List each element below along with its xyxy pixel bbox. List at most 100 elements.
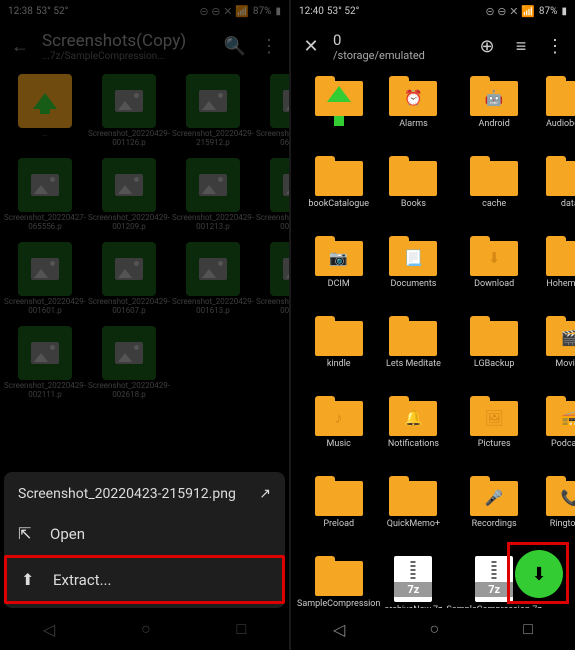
folder-item[interactable]: Audiobooks (546, 76, 575, 152)
list-icon[interactable]: ≡ (509, 36, 533, 57)
folder-item[interactable]: 🎬Movies (546, 316, 575, 392)
folder-label: QuickMemo+ (384, 519, 442, 529)
folder-item[interactable]: ♪Music (297, 396, 380, 472)
left-panel: 12:38 53° 52° ⊝ ⊖ ✕ 📶 87% ▮ ← Screenshot… (0, 0, 289, 650)
file-item[interactable]: Screenshot_20220427-065556.p (4, 158, 86, 240)
file-item[interactable]: Screenshot_20220429-001126.p (88, 74, 170, 156)
file-item[interactable]: Screenshot_20220429-001601.p (4, 242, 86, 324)
folder-icon: 🤖 (470, 76, 518, 116)
search-icon[interactable]: 🔍 (223, 36, 247, 57)
nav-recent-icon[interactable]: □ (236, 619, 246, 639)
nav-bar: ◁ ○ □ (0, 608, 289, 650)
nav-back-icon[interactable]: ◁ (333, 620, 345, 639)
extract-fab[interactable]: ⬇ (515, 550, 563, 598)
extract-icon: ⬆ (21, 570, 39, 589)
folder-icon: ⏰ (389, 76, 437, 116)
folder-item[interactable]: 🔔Notifications (384, 396, 442, 472)
folder-item[interactable]: 📷DCIM (297, 236, 380, 312)
folder-icon (315, 476, 363, 516)
status-battery: 87% (253, 6, 272, 17)
download-icon: ⬇ (531, 564, 546, 585)
folder-item[interactable]: kindle (297, 316, 380, 392)
folder-item[interactable]: 🎤Recordings (447, 476, 542, 552)
folder-item[interactable]: LGBackup (447, 316, 542, 392)
image-thumb-icon (18, 242, 72, 296)
file-item[interactable]: .. (4, 74, 86, 156)
subtitle-text: ...7z/SampleCompression... (42, 51, 213, 62)
folder-label: DCIM (297, 279, 380, 289)
file-item[interactable]: Screenshot_20220429-001613.p (172, 242, 254, 324)
image-thumb-icon (186, 158, 240, 212)
folder-icon (315, 316, 363, 356)
folder-icon (546, 76, 575, 116)
add-icon[interactable]: ⊕ (475, 36, 499, 57)
open-row[interactable]: ⇱ Open (4, 512, 285, 555)
folder-item[interactable]: Lets Meditate (384, 316, 442, 392)
file-item[interactable]: Screenshot_20220429-002618.p (88, 326, 170, 408)
image-thumb-icon (102, 242, 156, 296)
file-label: Screenshot_20220427-065556.p (4, 214, 86, 232)
nav-home-icon[interactable]: ○ (141, 619, 151, 639)
external-icon[interactable]: ↗ (259, 486, 271, 502)
folder-item[interactable]: Books (384, 156, 442, 232)
folder-label: cache (447, 199, 542, 209)
image-thumb-icon (102, 158, 156, 212)
folder-item[interactable]: SampleCompression (297, 556, 380, 608)
folder-item[interactable]: archiveNew.7z (384, 556, 442, 608)
folder-icon (470, 316, 518, 356)
folder-item[interactable]: data (546, 156, 575, 232)
status-temp: 53° 52° (327, 6, 359, 17)
image-thumb-icon (102, 326, 156, 380)
folder-item[interactable]: Hohem_Pro (546, 236, 575, 312)
file-label: Screenshot_20220429-002111.p (4, 382, 86, 400)
nav-back-icon[interactable]: ◁ (43, 620, 55, 639)
folder-icon: 📞 (546, 476, 575, 516)
file-item[interactable]: Screenshot_20220429-002111.p (4, 326, 86, 408)
file-label: Screenshot_20220429-002618.p (88, 382, 170, 400)
file-item[interactable]: Screenshot_20220429-001231.p (256, 158, 289, 240)
image-thumb-icon (270, 158, 289, 212)
status-temp: 53° 52° (36, 6, 68, 17)
folder-icon: ⬇ (470, 236, 518, 276)
folder-item[interactable]: bookCatalogue (297, 156, 380, 232)
menu-icon[interactable]: ⋮ (543, 36, 567, 57)
folder-item[interactable]: cache (447, 156, 542, 232)
file-item[interactable]: Screenshot_20220429-001758.p (256, 242, 289, 324)
file-item[interactable]: Screenshot_20220429-215912.p (172, 74, 254, 156)
extract-row[interactable]: ⬆ Extract... (4, 555, 285, 604)
folder-item[interactable]: 📃Documents (384, 236, 442, 312)
folder-item[interactable]: .. (297, 76, 380, 152)
folder-label: Preload (297, 519, 380, 529)
menu-icon[interactable]: ⋮ (257, 36, 281, 57)
close-icon[interactable]: ✕ (299, 36, 323, 57)
nav-home-icon[interactable]: ○ (429, 619, 439, 639)
folder-item[interactable]: QuickMemo+ (384, 476, 442, 552)
sheet-filename: Screenshot_20220423-215912.png (18, 486, 236, 502)
folder-item[interactable]: 🤖 Android (447, 76, 542, 152)
file-item[interactable]: Screenshot_20220427-065353.p (256, 74, 289, 156)
file-item[interactable]: Screenshot_20220429-001213.p (172, 158, 254, 240)
folder-item[interactable]: 📞Ringtones (546, 476, 575, 552)
file-item[interactable]: Screenshot_20220429-001607.p (88, 242, 170, 324)
status-bar: 12:38 53° 52° ⊝ ⊖ ✕ 📶 87% ▮ (0, 0, 289, 22)
file-item[interactable]: Screenshot_20220429-001209.p (88, 158, 170, 240)
folder-item[interactable]: Preload (297, 476, 380, 552)
folder-item[interactable]: ⬇Download (447, 236, 542, 312)
folder-item[interactable]: 🖼Pictures (447, 396, 542, 472)
status-bar: 12:40 53° 52° ⊝ ⊖ ✕ 📶 87% ▮ (291, 0, 575, 22)
folder-label: Recordings (447, 519, 542, 529)
up-folder-icon (18, 74, 72, 128)
nav-recent-icon[interactable]: □ (523, 619, 533, 639)
back-icon[interactable]: ← (8, 36, 32, 57)
extract-label: Extract... (53, 571, 111, 589)
up-folder-icon (315, 76, 363, 116)
folder-icon (470, 156, 518, 196)
folder-icon: 🎬 (546, 316, 575, 356)
file-label: Screenshot_20220429-001607.p (88, 298, 170, 316)
title-text: 0 (333, 31, 465, 49)
folder-item[interactable]: 📻Podcasts (546, 396, 575, 472)
folder-item[interactable]: ⏰Alarms (384, 76, 442, 152)
folder-label: Android (447, 119, 542, 129)
folder-icon (315, 556, 363, 596)
file-label: Screenshot_20220429-001209.p (88, 214, 170, 232)
